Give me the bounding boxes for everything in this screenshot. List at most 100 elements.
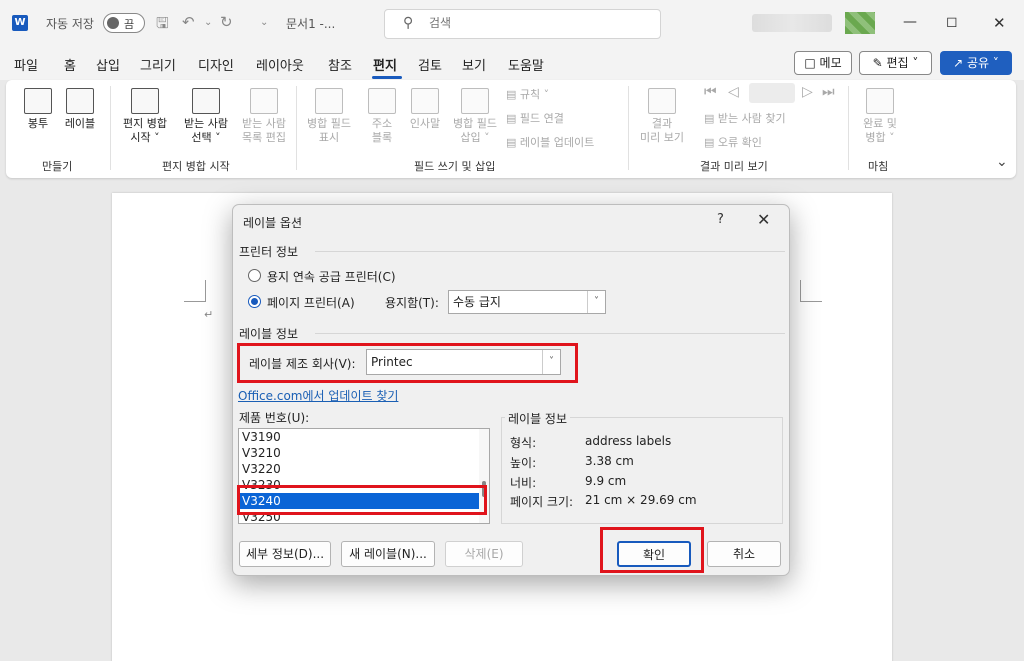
comments-button[interactable]: □ 메모: [794, 51, 852, 75]
check-errors-button[interactable]: ▤ 오류 확인: [704, 134, 762, 150]
list-item[interactable]: V3210: [239, 445, 489, 461]
chevron-down-icon: ˅: [992, 56, 999, 70]
page-size-value: 21 cm × 29.69 cm: [585, 493, 697, 507]
list-item[interactable]: V3250: [239, 509, 489, 523]
label-vendor-select[interactable]: Printec ˅: [366, 349, 561, 375]
check-errors-label: 오류 확인: [717, 136, 762, 149]
update-labels-button[interactable]: ▤ 레이블 업데이트: [506, 134, 594, 150]
list-item[interactable]: V3220: [239, 461, 489, 477]
collapse-ribbon-icon[interactable]: ⌄: [996, 154, 1008, 170]
select-recipients-line2: 선택: [191, 131, 212, 144]
delete-button[interactable]: 삭제(E): [445, 541, 523, 567]
comments-label: 메모: [819, 56, 842, 70]
autosave-toggle[interactable]: 끔: [103, 13, 145, 33]
rules-icon: ▤: [506, 88, 517, 101]
tab-home[interactable]: 홈: [64, 55, 76, 74]
search-box[interactable]: ⚲: [384, 9, 661, 39]
greeting-label: 인사말: [409, 117, 441, 130]
find-recipient-button[interactable]: ▤ 받는 사람 찾기: [704, 110, 786, 126]
ribbon-separator: [848, 86, 849, 170]
customize-qat-icon[interactable]: ⌄: [260, 17, 268, 28]
last-record-icon[interactable]: ⏭: [822, 84, 835, 100]
avatar[interactable]: [845, 12, 875, 34]
tab-references[interactable]: 참조: [328, 55, 352, 74]
divider: [315, 333, 785, 334]
finish-merge-button[interactable]: 완료 및 병합 ˅: [852, 88, 908, 145]
match-fields-button[interactable]: ▤ 필드 연결: [506, 110, 564, 126]
edit-recipient-list-button[interactable]: 받는 사람 목록 편집: [234, 88, 294, 145]
details-button[interactable]: 세부 정보(D)...: [239, 541, 331, 567]
group-start-merge: 편지 병합 시작: [162, 160, 230, 173]
match-fields-label: 필드 연결: [519, 112, 564, 125]
scrollbar[interactable]: [479, 429, 489, 523]
insert-field-line1: 병합 필드: [453, 117, 497, 130]
label-options-dialog: 레이블 옵션 ? ✕ 프린터 정보 용지 연속 공급 프린터(C) 페이지 프린…: [232, 204, 790, 576]
vendor-value: Printec: [371, 355, 413, 369]
undo-dropdown-icon[interactable]: ⌄: [204, 17, 212, 28]
tab-design[interactable]: 디자인: [198, 55, 234, 74]
share-button[interactable]: ↗ 공유 ˅: [940, 51, 1012, 75]
ok-button[interactable]: 확인: [617, 541, 691, 567]
list-item[interactable]: V3230: [239, 477, 489, 493]
address-block-button[interactable]: 주소 블록: [360, 88, 404, 145]
minimize-icon[interactable]: —: [903, 14, 917, 30]
label-info-panel-title: 레이블 정보: [505, 410, 571, 427]
maximize-icon[interactable]: ◻: [946, 14, 958, 30]
scroll-thumb[interactable]: [482, 481, 486, 497]
start-merge-line1: 편지 병합: [123, 117, 167, 130]
labels-button[interactable]: 레이블: [58, 88, 102, 131]
tab-mailings[interactable]: 편지: [373, 55, 397, 74]
check-errors-icon: ▤: [704, 136, 715, 149]
tab-layout[interactable]: 레이아웃: [256, 55, 304, 74]
office-update-link[interactable]: Office.com에서 업데이트 찾기: [238, 387, 398, 404]
search-input[interactable]: [429, 16, 629, 30]
type-value: address labels: [585, 434, 672, 448]
envelopes-label: 봉투: [27, 117, 49, 130]
height-key: 높이:: [510, 456, 537, 470]
select-recipients-button[interactable]: 받는 사람 선택 ˅: [176, 88, 236, 145]
next-record-icon[interactable]: ▷: [802, 84, 813, 100]
save-icon[interactable]: 🖫: [156, 13, 169, 38]
envelopes-button[interactable]: 봉투: [18, 88, 58, 131]
cancel-button[interactable]: 취소: [707, 541, 781, 567]
find-recipient-icon: ▤: [704, 112, 715, 125]
help-button[interactable]: ?: [717, 212, 724, 227]
tab-view[interactable]: 보기: [462, 55, 486, 74]
greeting-icon: [411, 88, 439, 114]
crop-mark: [800, 280, 822, 302]
type-key: 형식:: [510, 436, 537, 450]
tab-file[interactable]: 파일: [14, 55, 38, 74]
continuous-feed-radio[interactable]: [248, 269, 261, 282]
group-finish: 마침: [868, 160, 889, 173]
undo-icon[interactable]: ↶: [182, 13, 195, 31]
first-record-icon[interactable]: ⏮: [704, 84, 717, 100]
close-icon[interactable]: ✕: [757, 210, 770, 229]
editing-button[interactable]: ✎ 편집 ˅: [859, 51, 932, 75]
close-window-icon[interactable]: ✕: [993, 14, 1006, 32]
tab-help[interactable]: 도움말: [508, 55, 544, 74]
edit-recipients-line1: 받는 사람: [242, 117, 286, 130]
edit-list-icon: [250, 88, 278, 114]
width-value: 9.9 cm: [585, 474, 627, 488]
list-item-selected[interactable]: V3240: [239, 493, 489, 509]
tab-review[interactable]: 검토: [418, 55, 442, 74]
redo-icon[interactable]: ↻: [220, 13, 233, 31]
new-label-button[interactable]: 새 레이블(N)...: [341, 541, 435, 567]
preview-results-button[interactable]: 결과 미리 보기: [632, 88, 692, 145]
group-write-insert: 필드 쓰기 및 삽입: [414, 160, 496, 173]
start-mail-merge-button[interactable]: 편지 병합 시작 ˅: [114, 88, 176, 145]
previous-record-icon[interactable]: ◁: [728, 84, 739, 100]
insert-merge-field-button[interactable]: 병합 필드 삽입 ˅: [446, 88, 504, 145]
product-number-list[interactable]: V3190 V3210 V3220 V3230 V3240 V3250: [238, 428, 490, 524]
ribbon-separator: [110, 86, 111, 170]
greeting-line-button[interactable]: 인사말: [402, 88, 448, 131]
record-number-input[interactable]: [749, 83, 795, 103]
tab-insert[interactable]: 삽입: [96, 55, 120, 74]
tab-draw[interactable]: 그리기: [140, 55, 176, 74]
word-logo-icon: W: [12, 15, 28, 31]
tray-select[interactable]: 수동 급지 ˅: [448, 290, 606, 314]
list-item[interactable]: V3190: [239, 429, 489, 445]
page-printer-radio[interactable]: [248, 295, 261, 308]
highlight-merge-fields-button[interactable]: 병합 필드 표시: [300, 88, 358, 145]
rules-button[interactable]: ▤ 규칙 ˅: [506, 86, 549, 102]
